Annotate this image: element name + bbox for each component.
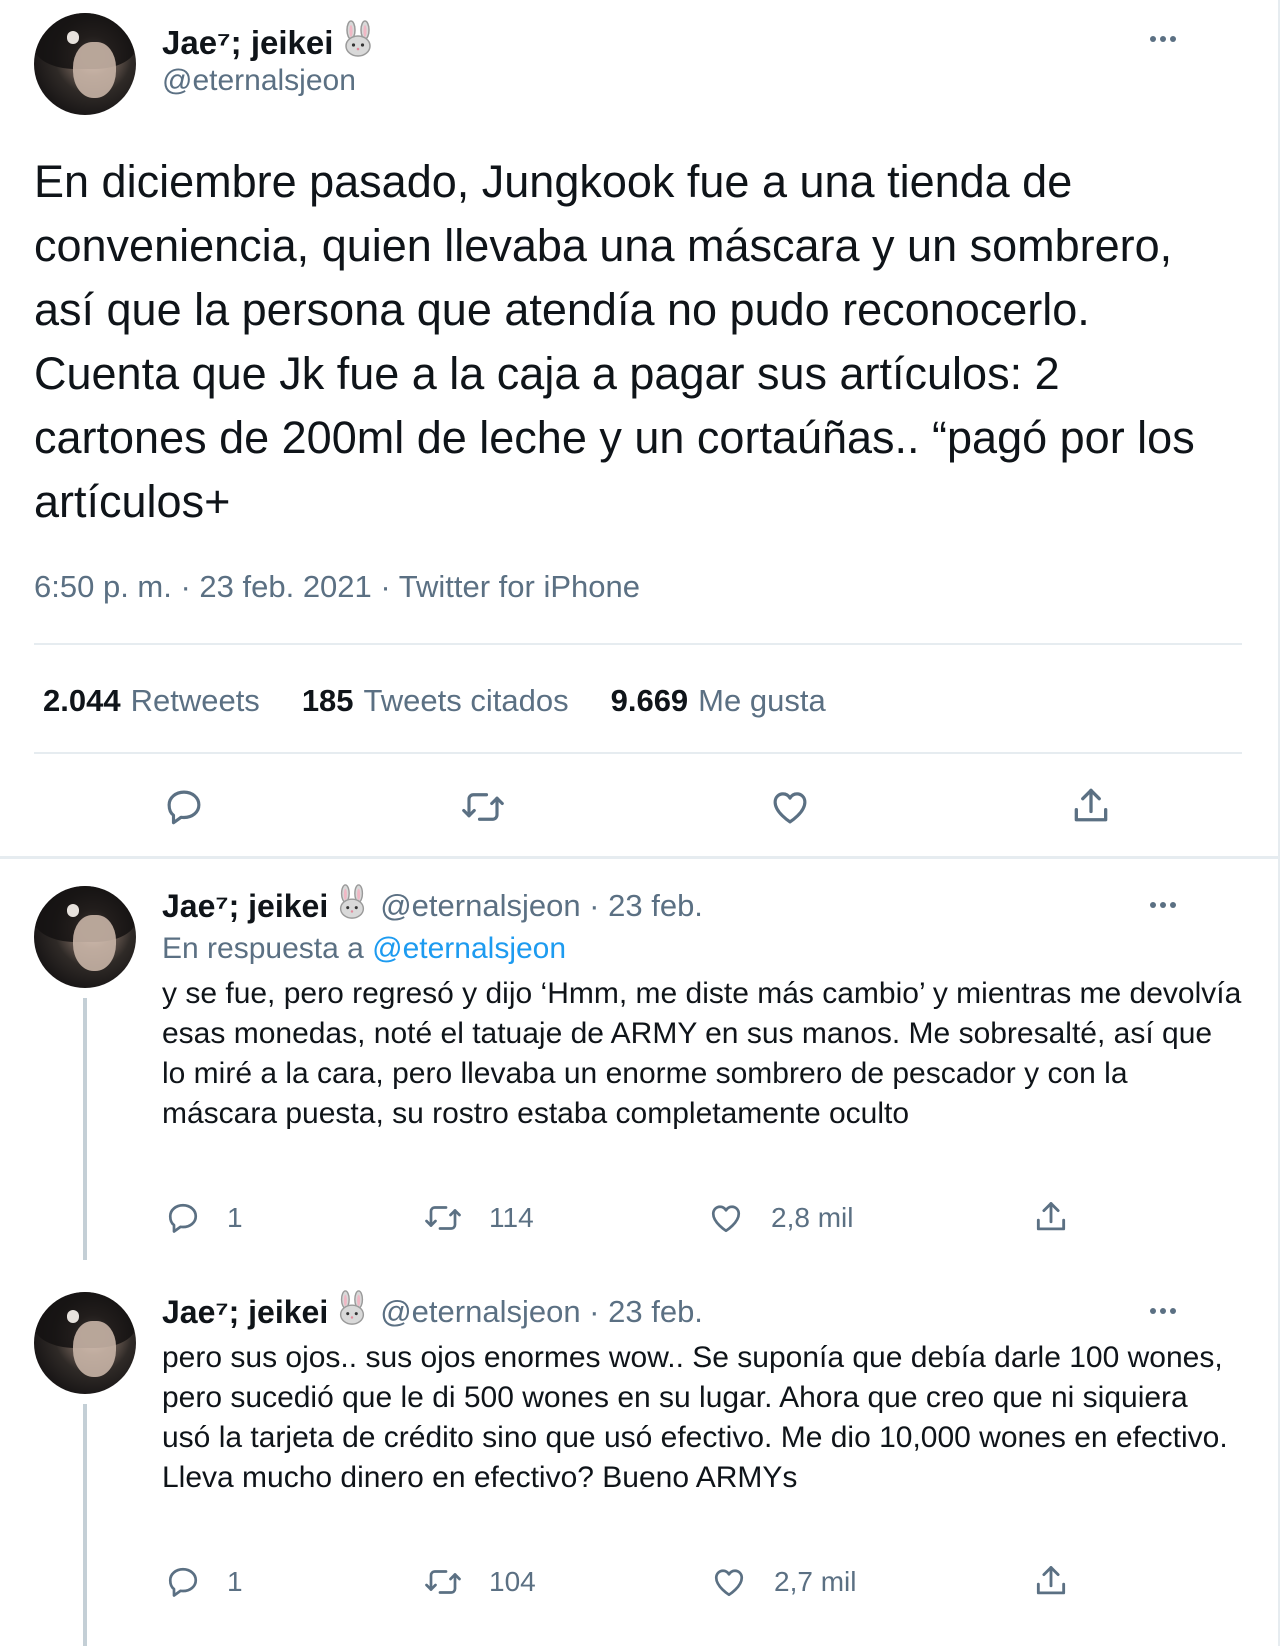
- heart-outline-icon: [714, 1569, 744, 1597]
- retweet-button[interactable]: 114: [423, 1200, 534, 1236]
- likes-label: Me gusta: [698, 683, 826, 718]
- avatar-face: [72, 1320, 116, 1377]
- reply-text: y se fue, pero regresó y dijo ‘Hmm, me d…: [162, 977, 1242, 1130]
- speech-bubble-icon: [168, 1567, 198, 1597]
- likes-stat[interactable]: 9.669 Me gusta: [611, 683, 826, 719]
- quotes-count: 185: [301, 683, 354, 718]
- author-handle-date[interactable]: @eternalsjeon · 23 feb.: [380, 1294, 703, 1330]
- speech-bubble-icon: [167, 790, 201, 825]
- like-button[interactable]: [768, 786, 812, 828]
- reply-tweet: Jae⁷; jeikei @eternalsjeon · 23 feb. per…: [0, 1286, 1280, 1646]
- heart-outline-icon: [773, 792, 807, 824]
- display-name[interactable]: Jae⁷; jeikei: [162, 888, 328, 925]
- display-name[interactable]: Jae⁷; jeikei: [162, 1294, 328, 1331]
- tweet-timestamp-source[interactable]: 6:50 p. m. · 23 feb. 2021 · Twitter for …: [34, 569, 640, 605]
- main-tweet: Jae⁷; jeikei @eternalsjeon En diciembre …: [0, 0, 1280, 858]
- section-separator: [0, 856, 1278, 859]
- author-name-row[interactable]: Jae⁷; jeikei @eternalsjeon · 23 feb.: [162, 1290, 703, 1334]
- rabbit-emoji-icon: [334, 884, 370, 928]
- reply-text: pero sus ojos.. sus ojos enormes wow.. S…: [162, 1341, 1228, 1494]
- avatar-face: [72, 41, 116, 98]
- reply-count: 1: [227, 1566, 243, 1597]
- ellipsis-icon[interactable]: [1150, 1308, 1176, 1314]
- avatar-face: [72, 914, 116, 971]
- thread-line: [83, 1404, 87, 1646]
- avatar[interactable]: [34, 886, 136, 988]
- ellipsis-icon[interactable]: [1150, 902, 1176, 908]
- quotes-stat[interactable]: 185 Tweets citados: [302, 683, 569, 719]
- retweet-count: 114: [489, 1202, 534, 1233]
- retweet-button[interactable]: 104: [423, 1564, 536, 1600]
- avatar-flower: [66, 31, 79, 44]
- retweet-arrows-icon: [462, 793, 504, 821]
- display-name[interactable]: Jae⁷; jeikei: [162, 24, 333, 62]
- reply-to-mention[interactable]: @eternalsjeon: [372, 932, 566, 965]
- speech-bubble-icon: [168, 1203, 198, 1233]
- divider: [34, 752, 1242, 754]
- avatar-flower: [66, 1310, 79, 1323]
- like-count: 2,8 mil: [771, 1202, 854, 1233]
- retweets-stat[interactable]: 2.044 Retweets: [43, 683, 260, 719]
- retweet-count: 104: [489, 1566, 536, 1597]
- retweets-label: Retweets: [130, 683, 260, 718]
- rabbit-emoji-icon: [334, 1290, 370, 1334]
- share-upload-icon: [1074, 788, 1108, 822]
- divider: [34, 643, 1242, 645]
- rabbit-emoji-icon: [339, 20, 377, 66]
- reply-to-line: En respuesta a @eternalsjeon: [162, 932, 566, 966]
- reply-button[interactable]: 1: [165, 1564, 243, 1600]
- reply-count: 1: [227, 1202, 243, 1233]
- author-handle-date[interactable]: @eternalsjeon · 23 feb.: [380, 888, 703, 924]
- author-name-row[interactable]: Jae⁷; jeikei: [162, 20, 377, 66]
- retweet-arrows-icon: [425, 1206, 461, 1230]
- author-handle[interactable]: @eternalsjeon: [162, 64, 356, 98]
- avatar[interactable]: [34, 13, 136, 115]
- author-name-row[interactable]: Jae⁷; jeikei @eternalsjeon · 23 feb.: [162, 884, 703, 928]
- ellipsis-icon[interactable]: [1150, 36, 1176, 42]
- retweets-count: 2.044: [43, 683, 121, 718]
- share-button[interactable]: [1032, 1562, 1070, 1600]
- like-button[interactable]: 2,8 mil: [707, 1200, 853, 1236]
- retweet-arrows-icon: [425, 1570, 461, 1594]
- share-upload-icon: [1036, 1566, 1066, 1595]
- share-upload-icon: [1036, 1202, 1066, 1231]
- avatar[interactable]: [34, 1292, 136, 1394]
- like-count: 2,7 mil: [774, 1566, 857, 1597]
- like-button[interactable]: 2,7 mil: [710, 1564, 856, 1600]
- share-button[interactable]: [1032, 1198, 1070, 1236]
- likes-count: 9.669: [610, 683, 689, 718]
- share-button[interactable]: [1069, 784, 1113, 828]
- quotes-label: Tweets citados: [363, 683, 569, 718]
- engagement-stats: 2.044 Retweets 185 Tweets citados 9.669 Me …: [43, 683, 826, 719]
- avatar-flower: [66, 904, 79, 917]
- tweet-text: En diciembre pasado, Jungkook fue a una …: [34, 156, 1195, 527]
- heart-outline-icon: [711, 1205, 741, 1233]
- reply-tweet: Jae⁷; jeikei @eternalsjeon · 23 feb. En …: [0, 880, 1280, 1260]
- reply-button[interactable]: 1: [165, 1200, 243, 1236]
- reply-button[interactable]: [163, 786, 205, 828]
- thread-line: [83, 998, 87, 1260]
- reply-to-prefix: En respuesta a: [162, 932, 364, 965]
- retweet-button[interactable]: [460, 786, 506, 828]
